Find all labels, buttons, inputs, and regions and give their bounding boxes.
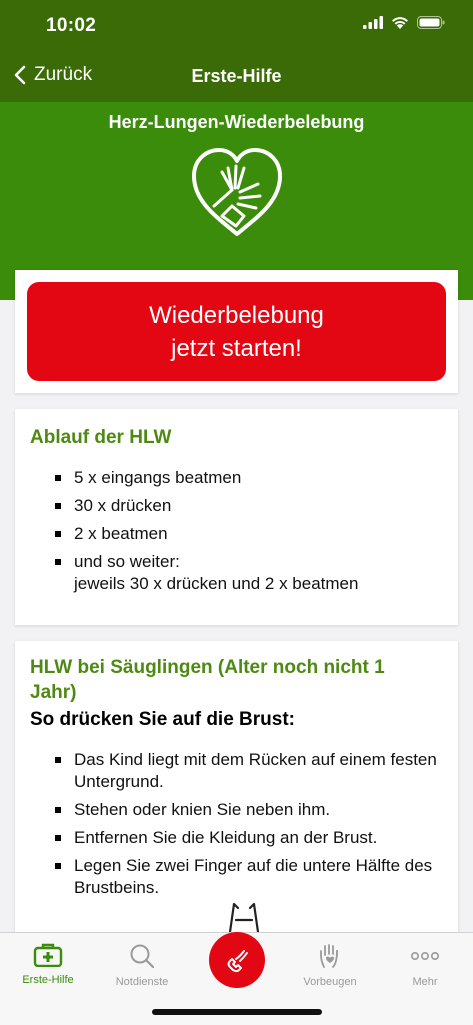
list-item-line1: und so weiter: (74, 552, 180, 571)
navigation-bar: Zurück Erste-Hilfe (0, 56, 473, 100)
list-item: Legen Sie zwei Finger auf die untere Häl… (30, 855, 440, 899)
status-icons (363, 16, 445, 29)
tab-vorbeugen[interactable]: Vorbeugen (290, 943, 370, 988)
list-item: 30 x drücken (30, 495, 440, 517)
list-item: Das Kind liegt mit dem Rücken auf einem … (30, 749, 440, 793)
battery-icon (417, 16, 445, 29)
home-indicator (152, 1009, 322, 1015)
cta-card: Wiederbelebung jetzt starten! (15, 270, 458, 393)
search-icon (130, 944, 155, 969)
start-cpr-label-line2: jetzt starten! (171, 334, 302, 362)
section-subtitle: So drücken Sie auf die Brust: (30, 709, 295, 730)
infant-cpr-card: HLW bei Säuglingen (Alter noch nicht 1 J… (15, 641, 458, 941)
list-item: Entfernen Sie die Kleidung an der Brust. (30, 827, 440, 849)
start-cpr-button[interactable]: Wiederbelebung jetzt starten! (27, 282, 446, 381)
list-item: Stehen oder knien Sie neben ihm. (30, 799, 440, 821)
section-title: HLW bei Säuglingen (Alter noch nicht 1 J… (30, 657, 385, 703)
tab-label: Vorbeugen (303, 976, 357, 988)
tab-label: Mehr (412, 976, 438, 988)
more-dots-icon (410, 952, 439, 961)
tab-label: Notdienste (115, 976, 169, 988)
first-aid-kit-icon (33, 943, 63, 968)
list-item: und so weiter: jeweils 30 x drücken und 2… (30, 551, 440, 595)
tab-erste-hilfe[interactable]: Erste-Hilfe (8, 943, 88, 986)
start-cpr-label-line1: Wiederbelebung (149, 301, 324, 329)
list-item: 2 x beatmen (30, 523, 440, 545)
emergency-call-button[interactable] (209, 932, 265, 988)
page-title: Erste-Hilfe (191, 66, 282, 86)
tab-label: Erste-Hilfe (22, 974, 74, 986)
status-time: 10:02 (46, 15, 97, 36)
status-bar: 10:02 (0, 0, 473, 54)
tab-mehr[interactable]: Mehr (385, 943, 465, 988)
tab-notdienste[interactable]: Notdienste (102, 943, 182, 988)
hlw-procedure-card: Ablauf der HLW 5 x eingangs beatmen 30 x… (15, 409, 458, 625)
hero-title: Herz-Lungen-Wiederbelebung (108, 112, 365, 132)
list-item-line2: jeweils 30 x drücken und 2 x beatmen (74, 574, 359, 593)
phone-icon (227, 950, 248, 973)
illustration-peek (228, 902, 260, 932)
hlw-steps-list: 5 x eingangs beatmen 30 x drücken 2 x be… (30, 467, 440, 601)
signal-icon (363, 16, 383, 29)
infant-steps-list: Das Kind liegt mit dem Rücken auf einem … (30, 749, 440, 905)
cpr-heart-hands-icon (192, 148, 282, 236)
list-item: 5 x eingangs beatmen (30, 467, 440, 489)
section-title: Ablauf der HLW (30, 427, 172, 448)
hand-heart-icon (320, 944, 338, 968)
wifi-icon (392, 17, 408, 29)
top-bar: 10:02 Zurück Erste-Hilfe (0, 0, 473, 102)
